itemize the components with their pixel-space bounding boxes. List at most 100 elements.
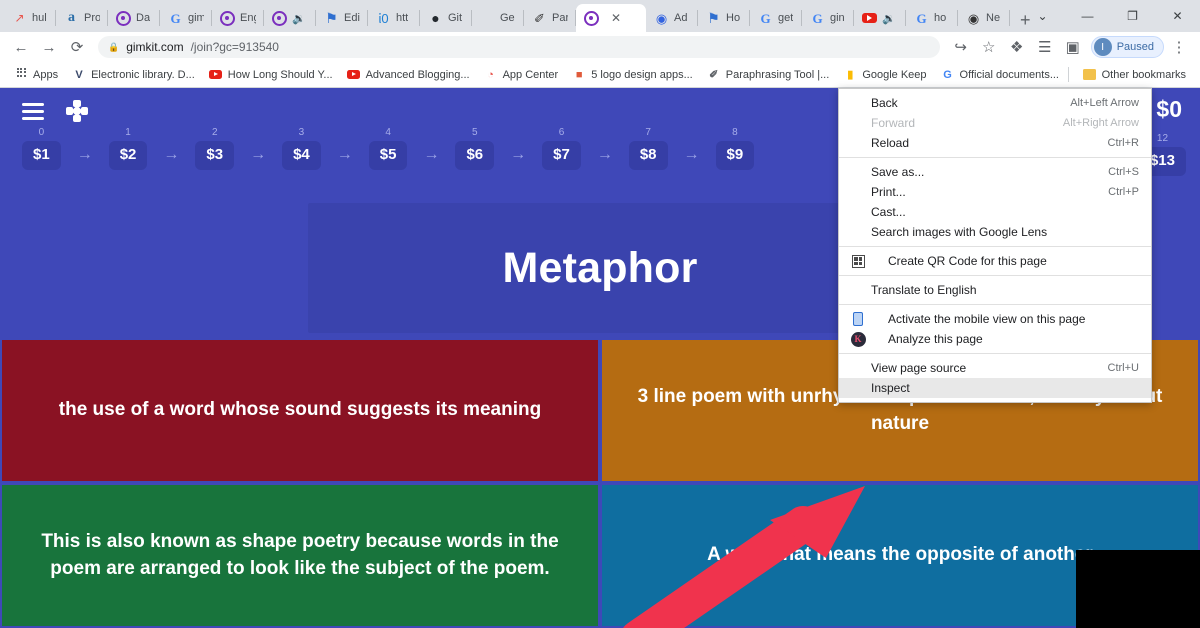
upgrade-item[interactable]: 5 $6 bbox=[455, 128, 495, 170]
upgrade-item[interactable]: 2 $3 bbox=[195, 127, 235, 170]
tab-title: gin bbox=[830, 12, 845, 24]
other-bookmarks-label: Other bookmarks bbox=[1101, 68, 1186, 81]
bookmark-item[interactable]: ✐ Paraphrasing Tool |... bbox=[701, 66, 836, 84]
upgrade-item[interactable]: 8 $9 bbox=[715, 128, 755, 170]
bookmark-star-icon[interactable]: ☆ bbox=[976, 34, 1002, 60]
maximize-button[interactable]: ❐ bbox=[1110, 0, 1155, 32]
tab-audio-icon[interactable]: 🔉 bbox=[292, 12, 306, 25]
context-menu-item[interactable]: Save as... Ctrl+S bbox=[839, 162, 1151, 182]
bookmark-label: Paraphrasing Tool |... bbox=[725, 68, 830, 81]
context-menu-label: Forward bbox=[871, 116, 916, 130]
tab-audio-icon[interactable]: 🔉 bbox=[882, 12, 896, 25]
other-bookmarks-folder[interactable]: Other bookmarks bbox=[1077, 66, 1192, 84]
bookmark-item[interactable]: V Electronic library. D... bbox=[66, 66, 201, 84]
browser-tab[interactable]: ✕ bbox=[576, 4, 646, 32]
context-menu-item[interactable]: Reload Ctrl+R bbox=[839, 133, 1151, 153]
bookmark-item[interactable]: G Official documents... bbox=[935, 66, 1065, 84]
close-window-button[interactable]: ✕ bbox=[1155, 0, 1200, 32]
dpad-icon[interactable] bbox=[66, 100, 88, 122]
upgrade-value: $3 bbox=[195, 141, 235, 170]
context-menu-item[interactable]: Create QR Code for this page bbox=[839, 251, 1151, 271]
side-panel-icon[interactable]: ▣ bbox=[1060, 34, 1086, 60]
reading-list-icon[interactable]: ☰ bbox=[1032, 34, 1058, 60]
tab-title: Eng bbox=[240, 12, 256, 24]
bookmark-item[interactable]: Apps bbox=[8, 66, 64, 84]
browser-tab[interactable]: Gho bbox=[906, 4, 958, 32]
question-card: Metaphor bbox=[307, 203, 893, 333]
answer-tile[interactable]: the use of a word whose sound suggests i… bbox=[2, 340, 598, 481]
browser-tab[interactable]: Da bbox=[108, 4, 160, 32]
close-tab-icon[interactable]: ✕ bbox=[611, 11, 621, 25]
context-menu-label: Search images with Google Lens bbox=[871, 225, 1048, 239]
upgrade-item[interactable]: 6 $7 bbox=[542, 128, 581, 170]
upgrade-item[interactable]: 3 $4 bbox=[282, 128, 321, 170]
browser-tab[interactable]: ↗ hul bbox=[4, 4, 56, 32]
context-menu-item[interactable]: K Analyze this page bbox=[839, 329, 1151, 349]
back-button[interactable]: ← bbox=[8, 34, 34, 60]
bookmark-item[interactable]: ■ 5 logo design apps... bbox=[566, 66, 699, 84]
upgrade-item[interactable]: 0 $1 bbox=[22, 128, 61, 170]
extensions-icon[interactable]: ❖ bbox=[1004, 34, 1030, 60]
context-menu-item[interactable]: Cast... bbox=[839, 202, 1151, 222]
answer-tile[interactable]: This is also known as shape poetry becau… bbox=[2, 485, 598, 626]
browser-tab[interactable]: ⚑ Edi bbox=[316, 4, 368, 32]
browser-tab[interactable]: Eng bbox=[212, 4, 264, 32]
search-tabs-button[interactable]: ⌄ bbox=[1020, 0, 1065, 32]
address-bar[interactable]: 🔒 gimkit.com/join?gc=913540 bbox=[98, 36, 940, 58]
browser-tab[interactable]: Ggin bbox=[802, 4, 854, 32]
browser-tab[interactable]: ἱ0 htt bbox=[368, 4, 420, 32]
browser-tab[interactable]: 🔉 bbox=[854, 4, 906, 32]
forward-button[interactable]: → bbox=[36, 34, 62, 60]
profile-paused-pill[interactable]: I Paused bbox=[1090, 36, 1164, 58]
share-icon[interactable]: ↪ bbox=[948, 34, 974, 60]
context-menu-item[interactable]: Print... Ctrl+P bbox=[839, 182, 1151, 202]
context-menu-item[interactable]: Translate to English bbox=[839, 280, 1151, 300]
browser-tab[interactable]: 🔉 bbox=[264, 4, 316, 32]
url-path: /join?gc=913540 bbox=[190, 40, 279, 54]
chrome-menu-icon[interactable]: ⋮ bbox=[1166, 34, 1192, 60]
upgrade-item[interactable]: 1 $2 bbox=[108, 128, 148, 170]
minimize-button[interactable]: — bbox=[1065, 0, 1110, 32]
hamburger-icon[interactable] bbox=[22, 102, 44, 120]
upgrade-index: 3 bbox=[298, 127, 305, 138]
browser-tab[interactable]: Ge bbox=[472, 4, 524, 32]
browser-tab[interactable]: Gget bbox=[750, 4, 802, 32]
bookmark-item[interactable]: How Long Should Y... bbox=[203, 66, 339, 84]
google-icon: G bbox=[812, 10, 823, 26]
bookmark-label: Official documents... bbox=[959, 68, 1059, 81]
browser-tab[interactable]: Ggim bbox=[160, 4, 212, 32]
upgrade-item[interactable]: 4 $5 bbox=[368, 128, 408, 170]
context-menu-item[interactable]: Search images with Google Lens bbox=[839, 222, 1151, 242]
browser-tab[interactable]: ◉ Ne bbox=[958, 4, 1010, 32]
bookmark-item[interactable]: Advanced Blogging... bbox=[341, 66, 476, 84]
reload-button[interactable]: ⟳ bbox=[64, 34, 90, 60]
browser-context-menu: Back Alt+Left Arrow Forward Alt+Right Arrow… bbox=[838, 88, 1152, 403]
upgrade-index: 12 bbox=[1156, 133, 1169, 144]
upgrade-value: $7 bbox=[542, 141, 581, 170]
context-menu-item[interactable]: View page source Ctrl+U bbox=[839, 358, 1151, 378]
google-icon: G bbox=[943, 68, 952, 81]
upgrade-index: 2 bbox=[211, 127, 218, 138]
appcenter-icon: ◔ bbox=[487, 68, 494, 81]
browser-tab[interactable]: ● Git bbox=[420, 4, 472, 32]
upgrade-index: 6 bbox=[558, 127, 565, 138]
tab-title: Ad bbox=[674, 12, 688, 24]
context-menu-label: Translate to English bbox=[871, 283, 977, 297]
context-menu-label: Create QR Code for this page bbox=[888, 254, 1047, 268]
context-menu-item[interactable]: Inspect bbox=[839, 378, 1151, 398]
tab-title: Edi bbox=[344, 12, 360, 24]
browser-tab[interactable]: a Pro bbox=[56, 4, 108, 32]
context-menu-item[interactable]: Back Alt+Left Arrow bbox=[839, 93, 1151, 113]
tab-title: Ge bbox=[500, 12, 515, 24]
tab-title: Da bbox=[136, 12, 151, 24]
bookmark-item[interactable]: ▮ Google Keep bbox=[837, 66, 932, 84]
browser-tab[interactable]: ◉ Ad bbox=[646, 4, 698, 32]
context-menu-item[interactable]: Activate the mobile view on this page bbox=[839, 309, 1151, 329]
question-text: Metaphor bbox=[502, 243, 698, 292]
browser-tab[interactable]: ⚑ Ho bbox=[698, 4, 750, 32]
upgrade-item[interactable]: 7 $8 bbox=[628, 128, 668, 170]
browser-tab[interactable]: ✐ Par bbox=[524, 4, 576, 32]
bookmark-item[interactable]: ◔ App Center bbox=[478, 66, 565, 84]
bookmark-label: App Center bbox=[502, 68, 559, 81]
tab-title: Git bbox=[448, 12, 463, 24]
